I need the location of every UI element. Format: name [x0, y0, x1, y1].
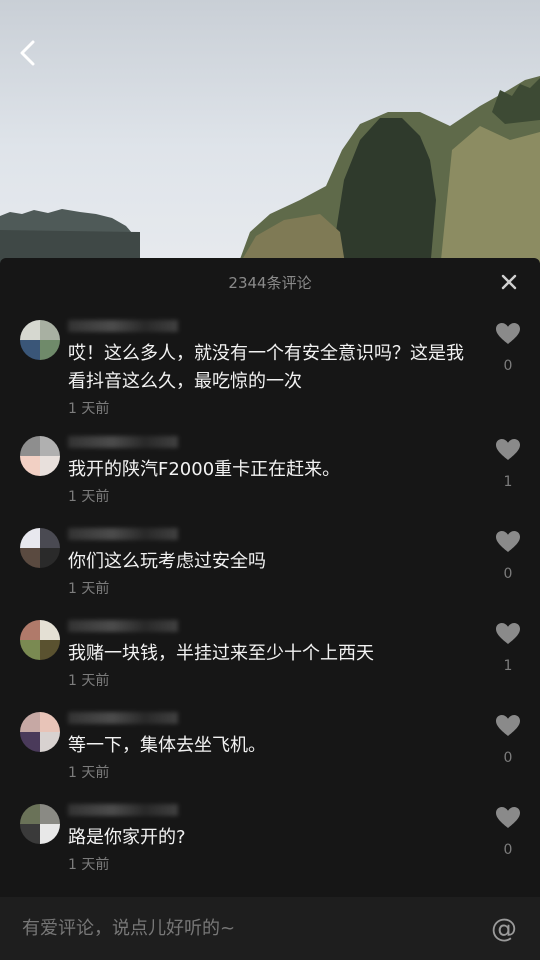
comment-item: 我赌一块钱，半挂过来至少十个上西天 1 天前 1	[0, 614, 540, 706]
back-button[interactable]	[18, 40, 50, 72]
close-icon	[501, 274, 517, 290]
like-count: 0	[503, 750, 513, 766]
like-button[interactable]: 0	[494, 714, 522, 766]
like-count: 0	[503, 358, 513, 374]
comment-input-bar: @	[0, 897, 540, 960]
sheet-header: 2344条评论	[0, 258, 540, 306]
username-blurred[interactable]	[68, 320, 178, 332]
comment-item: 路是你家开的? 1 天前 0	[0, 798, 540, 890]
comment-input[interactable]	[0, 897, 484, 960]
like-button[interactable]: 1	[494, 438, 522, 490]
comment-sheet: 2344条评论 哎！这么多人，就没有一个有安全意识吗？这是我看抖音这么久，最吃惊…	[0, 258, 540, 960]
heart-icon	[496, 623, 520, 644]
comment-text: 路是你家开的?	[68, 827, 186, 848]
heart-icon	[496, 323, 520, 344]
comment-time: 1 天前	[68, 765, 110, 781]
comment-count-title: 2344条评论	[228, 273, 312, 292]
avatar[interactable]	[20, 620, 60, 660]
comment-text: 我赌一块钱，半挂过来至少十个上西天	[68, 643, 374, 664]
like-button[interactable]: 0	[494, 322, 522, 374]
like-count: 0	[503, 842, 513, 858]
chevron-left-icon	[20, 40, 35, 66]
comment-item: 哎！这么多人，就没有一个有安全意识吗？这是我看抖音这么久，最吃惊的一次 1 天前…	[0, 314, 540, 430]
avatar[interactable]	[20, 436, 60, 476]
comment-time: 1 天前	[68, 673, 110, 689]
heart-icon	[496, 715, 520, 736]
heart-icon	[496, 531, 520, 552]
like-button[interactable]: 0	[494, 806, 522, 858]
comment-text: 你们这么玩考虑过安全吗	[68, 551, 266, 572]
comment-list[interactable]: 哎！这么多人，就没有一个有安全意识吗？这是我看抖音这么久，最吃惊的一次 1 天前…	[0, 314, 540, 890]
comment-text: 等一下，集体去坐飞机。	[68, 735, 266, 756]
close-button[interactable]	[498, 271, 520, 293]
username-blurred[interactable]	[68, 528, 178, 540]
comment-time: 1 天前	[68, 401, 110, 417]
like-count: 0	[503, 566, 513, 582]
comment-item: 我开的陕汽F2000重卡正在赶来。 1 天前 1	[0, 430, 540, 522]
heart-icon	[496, 439, 520, 460]
username-blurred[interactable]	[68, 804, 178, 816]
avatar[interactable]	[20, 320, 60, 360]
video-background	[0, 0, 540, 270]
comment-item: 等一下，集体去坐飞机。 1 天前 0	[0, 706, 540, 798]
comment-item: 你们这么玩考虑过安全吗 1 天前 0	[0, 522, 540, 614]
username-blurred[interactable]	[68, 712, 178, 724]
username-blurred[interactable]	[68, 620, 178, 632]
at-icon: @	[491, 913, 517, 944]
like-button[interactable]: 0	[494, 530, 522, 582]
like-count: 1	[503, 658, 513, 674]
username-blurred[interactable]	[68, 436, 178, 448]
comment-text: 我开的陕汽F2000重卡正在赶来。	[68, 459, 341, 480]
comment-text: 哎！这么多人，就没有一个有安全意识吗？这是我看抖音这么久，最吃惊的一次	[68, 343, 464, 392]
like-button[interactable]: 1	[494, 622, 522, 674]
landscape-image	[0, 76, 540, 270]
avatar[interactable]	[20, 804, 60, 844]
comment-time: 1 天前	[68, 857, 110, 873]
like-count: 1	[503, 474, 513, 490]
avatar[interactable]	[20, 712, 60, 752]
comment-time: 1 天前	[68, 489, 110, 505]
avatar[interactable]	[20, 528, 60, 568]
comment-time: 1 天前	[68, 581, 110, 597]
mention-button[interactable]: @	[484, 909, 524, 949]
heart-icon	[496, 807, 520, 828]
